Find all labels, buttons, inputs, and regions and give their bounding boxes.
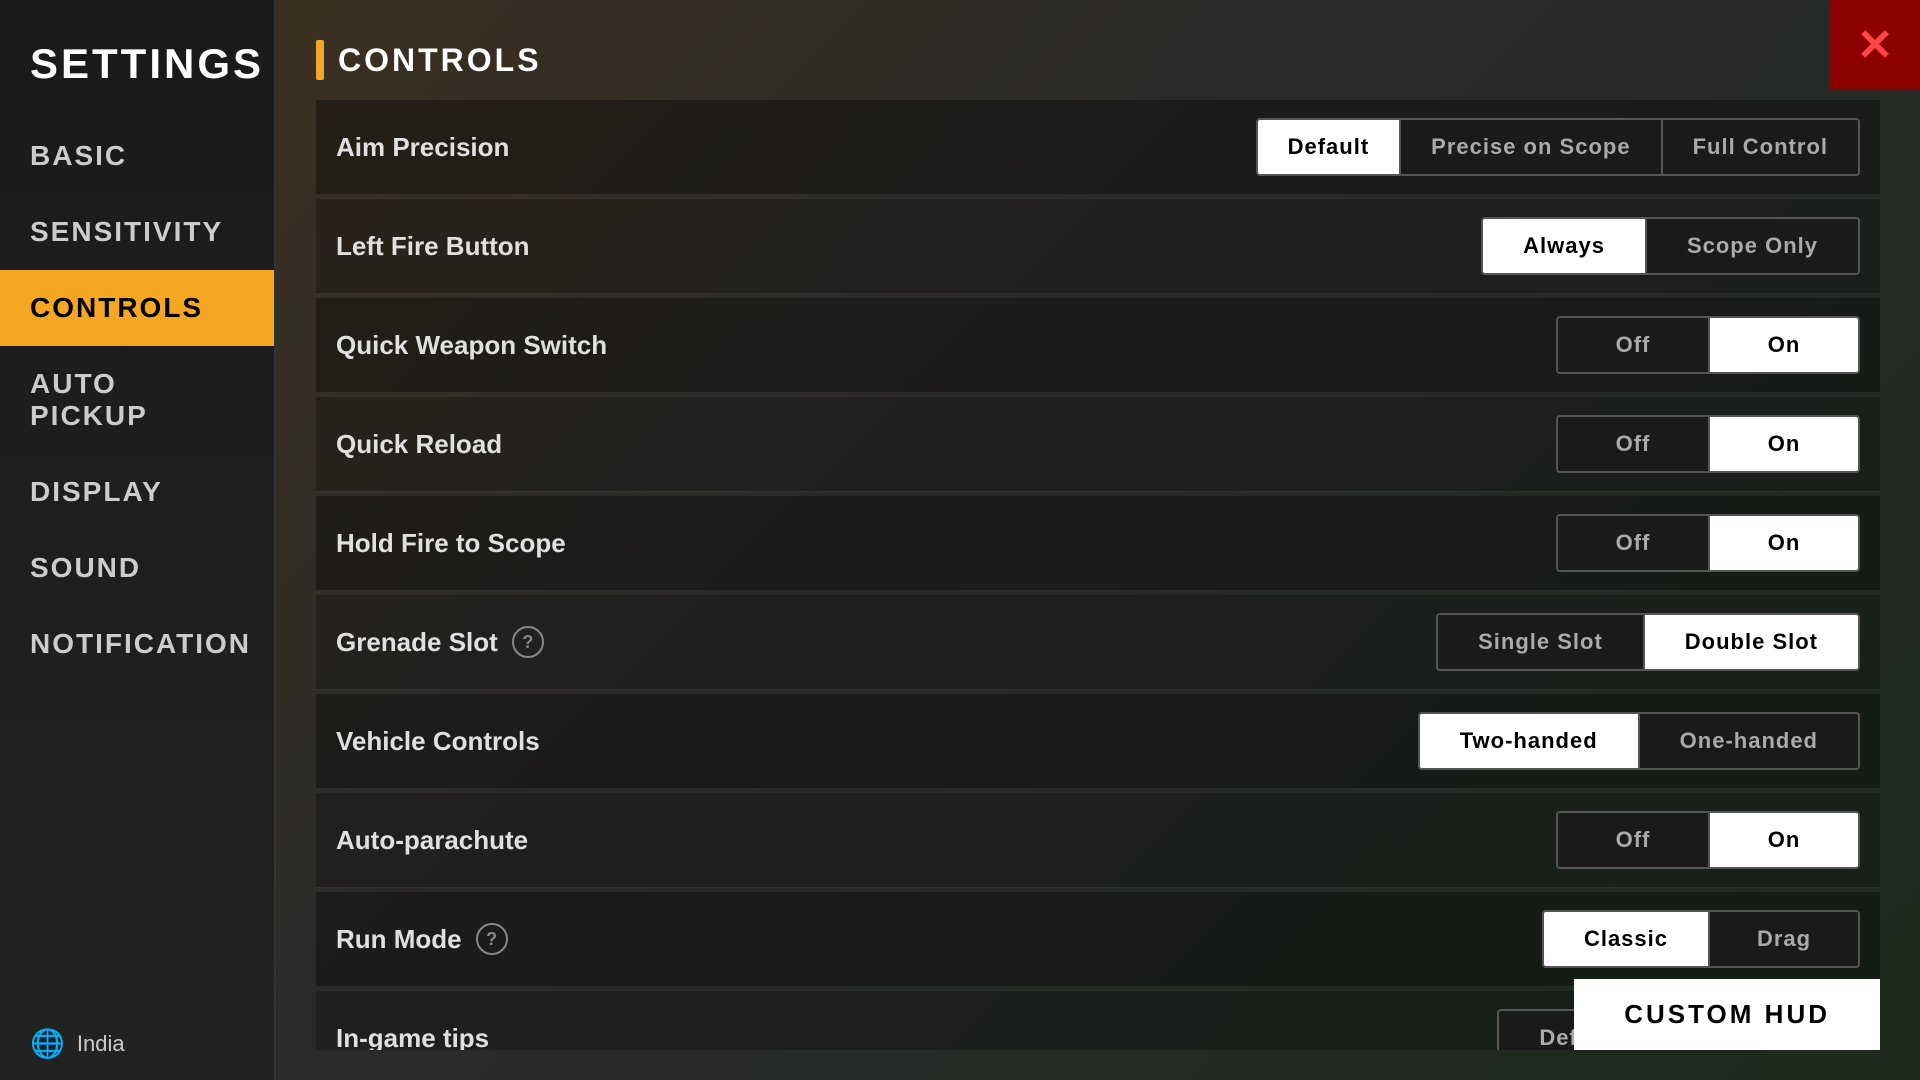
setting-label-text-left-fire-button: Left Fire Button bbox=[336, 231, 530, 262]
toggle-group-hold-fire-to-scope: OffOn bbox=[1556, 514, 1860, 572]
setting-label-vehicle-controls: Vehicle Controls bbox=[336, 726, 1418, 757]
globe-icon: 🌐 bbox=[30, 1027, 65, 1060]
toggle-group-quick-reload: OffOn bbox=[1556, 415, 1860, 473]
setting-row-grenade-slot: Grenade Slot?Single SlotDouble Slot bbox=[316, 595, 1880, 690]
toggle-btn-aim-precision-precise-on-scope[interactable]: Precise on Scope bbox=[1399, 120, 1660, 174]
toggle-group-left-fire-button: AlwaysScope Only bbox=[1481, 217, 1860, 275]
toggle-group-quick-weapon-switch: OffOn bbox=[1556, 316, 1860, 374]
setting-label-auto-parachute: Auto-parachute bbox=[336, 825, 1556, 856]
setting-label-left-fire-button: Left Fire Button bbox=[336, 231, 1481, 262]
toggle-btn-quick-reload-on[interactable]: On bbox=[1708, 417, 1858, 471]
setting-label-hold-fire-to-scope: Hold Fire to Scope bbox=[336, 528, 1556, 559]
setting-label-grenade-slot: Grenade Slot? bbox=[336, 626, 1436, 658]
toggle-btn-vehicle-controls-one-handed[interactable]: One-handed bbox=[1638, 714, 1858, 768]
help-icon-run-mode[interactable]: ? bbox=[476, 923, 508, 955]
toggle-group-grenade-slot: Single SlotDouble Slot bbox=[1436, 613, 1860, 671]
setting-label-text-vehicle-controls: Vehicle Controls bbox=[336, 726, 540, 757]
setting-label-quick-weapon-switch: Quick Weapon Switch bbox=[336, 330, 1556, 361]
nav-list: BASICSENSITIVITYCONTROLSAUTO PICKUPDISPL… bbox=[0, 118, 274, 682]
setting-row-hold-fire-to-scope: Hold Fire to Scope OffOn bbox=[316, 496, 1880, 591]
close-button[interactable]: ✕ bbox=[1830, 0, 1920, 90]
setting-row-aim-precision: Aim Precision DefaultPrecise on ScopeFull… bbox=[316, 100, 1880, 195]
toggle-btn-left-fire-button-scope-only[interactable]: Scope Only bbox=[1645, 219, 1858, 273]
toggle-btn-hold-fire-to-scope-off[interactable]: Off bbox=[1558, 516, 1708, 570]
section-header: CONTROLS bbox=[316, 30, 1880, 80]
toggle-group-aim-precision: DefaultPrecise on ScopeFull Control bbox=[1256, 118, 1860, 176]
main-content: ✕ CONTROLS Aim Precision DefaultPrecise o… bbox=[276, 0, 1920, 1080]
setting-row-quick-weapon-switch: Quick Weapon Switch OffOn bbox=[316, 298, 1880, 393]
section-bar bbox=[316, 40, 324, 80]
setting-label-quick-reload: Quick Reload bbox=[336, 429, 1556, 460]
settings-container: Aim Precision DefaultPrecise on ScopeFull… bbox=[316, 100, 1880, 1050]
toggle-btn-grenade-slot-double-slot[interactable]: Double Slot bbox=[1643, 615, 1858, 669]
toggle-btn-aim-precision-default[interactable]: Default bbox=[1258, 120, 1400, 174]
setting-label-in-game-tips: In-game tips bbox=[336, 1023, 1497, 1051]
toggle-group-run-mode: ClassicDrag bbox=[1542, 910, 1860, 968]
toggle-group-vehicle-controls: Two-handedOne-handed bbox=[1418, 712, 1860, 770]
sidebar-item-basic[interactable]: BASIC bbox=[0, 118, 274, 194]
toggle-btn-hold-fire-to-scope-on[interactable]: On bbox=[1708, 516, 1858, 570]
setting-label-text-quick-reload: Quick Reload bbox=[336, 429, 502, 460]
toggle-btn-grenade-slot-single-slot[interactable]: Single Slot bbox=[1438, 615, 1643, 669]
setting-label-run-mode: Run Mode? bbox=[336, 923, 1542, 955]
app-title: SETTINGS bbox=[0, 20, 274, 118]
toggle-btn-run-mode-drag[interactable]: Drag bbox=[1708, 912, 1858, 966]
setting-label-text-quick-weapon-switch: Quick Weapon Switch bbox=[336, 330, 607, 361]
setting-label-aim-precision: Aim Precision bbox=[336, 132, 1256, 163]
toggle-btn-vehicle-controls-two-handed[interactable]: Two-handed bbox=[1420, 714, 1638, 768]
toggle-btn-auto-parachute-off[interactable]: Off bbox=[1558, 813, 1708, 867]
setting-row-left-fire-button: Left Fire Button AlwaysScope Only bbox=[316, 199, 1880, 294]
toggle-group-auto-parachute: OffOn bbox=[1556, 811, 1860, 869]
setting-label-text-run-mode: Run Mode bbox=[336, 924, 462, 955]
setting-row-auto-parachute: Auto-parachute OffOn bbox=[316, 793, 1880, 888]
sidebar-item-notification[interactable]: NOTIFICATION bbox=[0, 606, 274, 682]
sidebar-item-sound[interactable]: SOUND bbox=[0, 530, 274, 606]
region-label: India bbox=[77, 1031, 125, 1057]
help-icon-grenade-slot[interactable]: ? bbox=[512, 626, 544, 658]
setting-label-text-aim-precision: Aim Precision bbox=[336, 132, 509, 163]
custom-hud-button[interactable]: CUSTOM HUD bbox=[1574, 979, 1880, 1050]
toggle-btn-auto-parachute-on[interactable]: On bbox=[1708, 813, 1858, 867]
sidebar-item-controls[interactable]: CONTROLS bbox=[0, 270, 274, 346]
sidebar-item-sensitivity[interactable]: SENSITIVITY bbox=[0, 194, 274, 270]
sidebar-footer: 🌐 India bbox=[0, 1007, 274, 1080]
setting-row-quick-reload: Quick Reload OffOn bbox=[316, 397, 1880, 492]
setting-label-text-in-game-tips: In-game tips bbox=[336, 1023, 489, 1051]
toggle-btn-quick-weapon-switch-on[interactable]: On bbox=[1708, 318, 1858, 372]
setting-label-text-grenade-slot: Grenade Slot bbox=[336, 627, 498, 658]
toggle-btn-quick-weapon-switch-off[interactable]: Off bbox=[1558, 318, 1708, 372]
toggle-btn-left-fire-button-always[interactable]: Always bbox=[1483, 219, 1645, 273]
sidebar-item-auto-pickup[interactable]: AUTO PICKUP bbox=[0, 346, 274, 454]
settings-rows: Aim Precision DefaultPrecise on ScopeFull… bbox=[316, 100, 1880, 1050]
setting-label-text-hold-fire-to-scope: Hold Fire to Scope bbox=[336, 528, 566, 559]
sidebar-item-display[interactable]: DISPLAY bbox=[0, 454, 274, 530]
sidebar: SETTINGS BASICSENSITIVITYCONTROLSAUTO PI… bbox=[0, 0, 276, 1080]
setting-row-vehicle-controls: Vehicle Controls Two-handedOne-handed bbox=[316, 694, 1880, 789]
setting-label-text-auto-parachute: Auto-parachute bbox=[336, 825, 528, 856]
toggle-btn-quick-reload-off[interactable]: Off bbox=[1558, 417, 1708, 471]
toggle-btn-aim-precision-full-control[interactable]: Full Control bbox=[1661, 120, 1858, 174]
toggle-btn-run-mode-classic[interactable]: Classic bbox=[1544, 912, 1708, 966]
section-title: CONTROLS bbox=[338, 42, 542, 79]
setting-row-run-mode: Run Mode?ClassicDrag bbox=[316, 892, 1880, 987]
